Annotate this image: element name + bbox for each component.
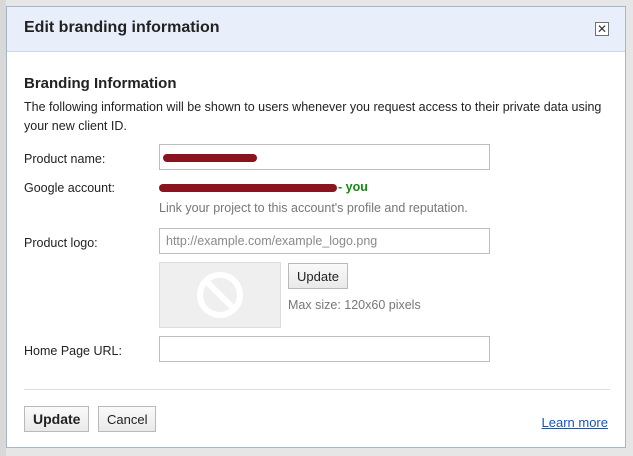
product-logo-url-input[interactable] [159, 228, 490, 254]
footer-divider [24, 389, 610, 390]
product-name-label: Product name: [24, 152, 106, 166]
cancel-button[interactable]: Cancel [98, 406, 157, 432]
dialog-titlebar: Edit branding information ✕ [7, 7, 625, 52]
redacted-google-account [159, 184, 337, 192]
section-title: Branding Information [24, 75, 177, 92]
close-icon[interactable]: ✕ [595, 22, 609, 36]
redacted-product-name [163, 154, 257, 162]
google-account-hint: Link your project to this account's prof… [159, 201, 468, 215]
product-logo-label: Product logo: [24, 236, 98, 250]
you-indicator: - you [338, 180, 368, 194]
logo-preview [159, 262, 281, 328]
home-page-url-input[interactable] [159, 336, 490, 362]
branding-section: Branding Information The following infor… [24, 75, 614, 136]
learn-more-link[interactable]: Learn more [542, 415, 608, 430]
no-image-icon [197, 272, 243, 318]
update-button[interactable]: Update [24, 406, 90, 432]
home-page-url-label: Home Page URL: [24, 344, 122, 358]
dialog-title: Edit branding information [24, 19, 220, 36]
google-account-label: Google account: [24, 181, 116, 195]
logo-max-size: Max size: 120x60 pixels [288, 298, 421, 312]
edit-branding-dialog: Edit branding information ✕ Branding Inf… [6, 6, 626, 448]
section-description: The following information will be shown … [24, 100, 602, 133]
logo-update-button[interactable]: Update [288, 263, 348, 289]
